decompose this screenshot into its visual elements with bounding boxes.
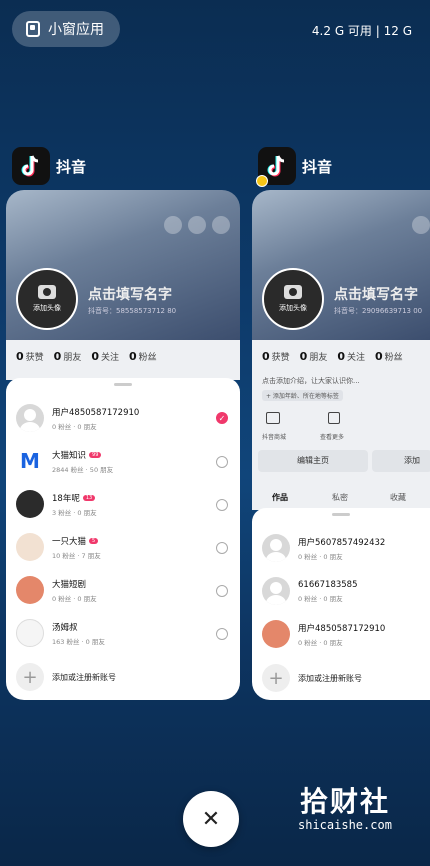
shop-shortcut[interactable]: 抖音商城 <box>262 432 286 441</box>
app-card-1[interactable]: 添加头像 点击填写名字 抖音号：58558573712 80 0 获赞 0 朋友 0… <box>6 190 240 700</box>
selected-check-icon[interactable]: ✓ <box>216 412 228 424</box>
app-name: 抖音 <box>302 157 333 176</box>
intro-placeholder[interactable]: 点击添加介绍，让大家认识你... <box>262 376 360 386</box>
tab-private[interactable]: 私密 <box>332 492 348 503</box>
account-item[interactable]: 汤姆叔 163 粉丝 · 0 朋友 <box>16 619 236 647</box>
memory-info: 4.2 G 可用 | 12 G <box>311 24 412 38</box>
small-window-label: 小窗应用 <box>48 22 104 38</box>
douyin-app-icon[interactable] <box>12 147 50 185</box>
friends-icon[interactable] <box>164 216 182 234</box>
account-item[interactable]: 18年呢 13 3 粉丝 · 0 朋友 <box>16 490 236 518</box>
search-icon[interactable] <box>188 216 206 234</box>
add-tags-button[interactable]: + 添加年龄、所在地等标签 <box>262 390 343 401</box>
app-header-1: 抖音 <box>12 147 86 185</box>
unread-badge: 99 <box>89 452 102 458</box>
avatar <box>262 534 290 562</box>
account-switch-sheet: 用户4850587172910 0 粉丝 · 0 朋友 ✓ M 大猫知识 99 2844… <box>6 378 240 700</box>
stat-likes: 0 获赞 <box>16 350 44 363</box>
unread-badge: 13 <box>82 495 96 501</box>
account-radio[interactable] <box>216 456 228 468</box>
avatar <box>16 490 44 518</box>
sheet-handle[interactable] <box>332 513 350 516</box>
camera-icon <box>284 285 302 299</box>
name-placeholder[interactable]: 点击填写名字 <box>88 284 172 304</box>
tab-favorites[interactable]: 收藏 <box>390 492 406 503</box>
account-item[interactable]: 61667183585 0 粉丝 · 0 朋友 <box>262 577 430 605</box>
account-item[interactable]: 一只大猫 5 10 粉丝 · 7 朋友 <box>16 533 236 561</box>
watermark: 拾财社 shicaishe.com <box>298 780 392 832</box>
app-card-2[interactable]: 添加头像 点击填写名字 抖音号：29096639713 00 0 获赞 0 朋友 0… <box>252 190 430 700</box>
account-radio[interactable] <box>216 499 228 511</box>
avatar <box>262 620 290 648</box>
douyin-id: 抖音号：29096639713 00 <box>334 307 423 315</box>
avatar <box>16 619 44 647</box>
close-all-button[interactable]: ✕ <box>183 791 239 847</box>
app-name: 抖音 <box>56 157 87 176</box>
profile-top-icons <box>412 216 430 234</box>
douyin-app-icon[interactable] <box>256 147 296 187</box>
account-item[interactable]: 用户5607857492432 0 粉丝 · 0 朋友 <box>262 534 430 562</box>
account-item[interactable]: M 大猫知识 99 2844 粉丝 · 50 朋友 <box>16 447 236 475</box>
watermark-url: shicaishe.com <box>298 818 392 832</box>
avatar <box>16 576 44 604</box>
clone-badge-icon <box>256 175 268 187</box>
douyin-id: 抖音号：58558573712 80 <box>88 307 177 315</box>
small-window-button[interactable]: 小窗应用 <box>12 11 120 47</box>
account-radio[interactable] <box>216 585 228 597</box>
small-window-icon <box>26 21 40 37</box>
tab-works[interactable]: 作品 <box>272 492 288 503</box>
cart-icon <box>266 412 280 424</box>
unread-badge: 5 <box>89 538 99 544</box>
camera-icon <box>38 285 56 299</box>
avatar: M <box>16 447 44 475</box>
name-placeholder[interactable]: 点击填写名字 <box>334 284 418 304</box>
more-shortcut[interactable]: 查看更多 <box>320 432 344 441</box>
stat-fans: 0 粉丝 <box>129 350 157 363</box>
share-icon[interactable] <box>412 216 430 234</box>
grid-icon <box>328 412 340 424</box>
plus-icon: + <box>262 664 290 692</box>
edit-profile-button[interactable]: 编辑主页 <box>258 450 368 472</box>
account-radio[interactable] <box>216 628 228 640</box>
avatar <box>16 404 44 432</box>
add-account-button[interactable]: + 添加或注册新账号 <box>16 663 116 691</box>
profile-body: 0 获赞 0 朋友 0 关注 0 粉丝 点击添加介绍，让大家认识你... + 添加年龄、… <box>252 340 430 510</box>
account-item[interactable]: 用户4850587172910 0 粉丝 · 0 朋友 <box>262 620 430 648</box>
account-switch-sheet: 用户5607857492432 0 粉丝 · 0 朋友 61667183585 0 … <box>252 508 430 700</box>
account-item[interactable]: 用户4850587172910 0 粉丝 · 0 朋友 <box>16 404 236 432</box>
avatar <box>262 577 290 605</box>
profile-top-icons <box>164 216 230 234</box>
add-avatar[interactable]: 添加头像 <box>262 268 324 330</box>
add-account-button[interactable]: + 添加或注册新账号 <box>262 664 362 692</box>
watermark-title: 拾财社 <box>299 785 390 818</box>
account-item[interactable]: 大猫短剧 0 粉丝 · 0 朋友 <box>16 576 236 604</box>
menu-icon[interactable] <box>212 216 230 234</box>
app-header-2: 抖音 <box>256 147 333 187</box>
stat-following: 0 关注 <box>91 350 120 363</box>
plus-icon: + <box>16 663 44 691</box>
stats-bar: 0 获赞 0 朋友 0 关注 0 粉丝 <box>6 340 240 380</box>
stat-friends: 0 朋友 <box>53 350 82 363</box>
avatar <box>16 533 44 561</box>
add-avatar[interactable]: 添加头像 <box>16 268 78 330</box>
add-friend-button[interactable]: 添加 <box>372 450 430 472</box>
close-icon: ✕ <box>201 806 221 832</box>
account-radio[interactable] <box>216 542 228 554</box>
sheet-handle[interactable] <box>114 383 132 386</box>
status-topbar: 小窗应用 4.2 G 可用 | 12 G <box>0 0 430 60</box>
